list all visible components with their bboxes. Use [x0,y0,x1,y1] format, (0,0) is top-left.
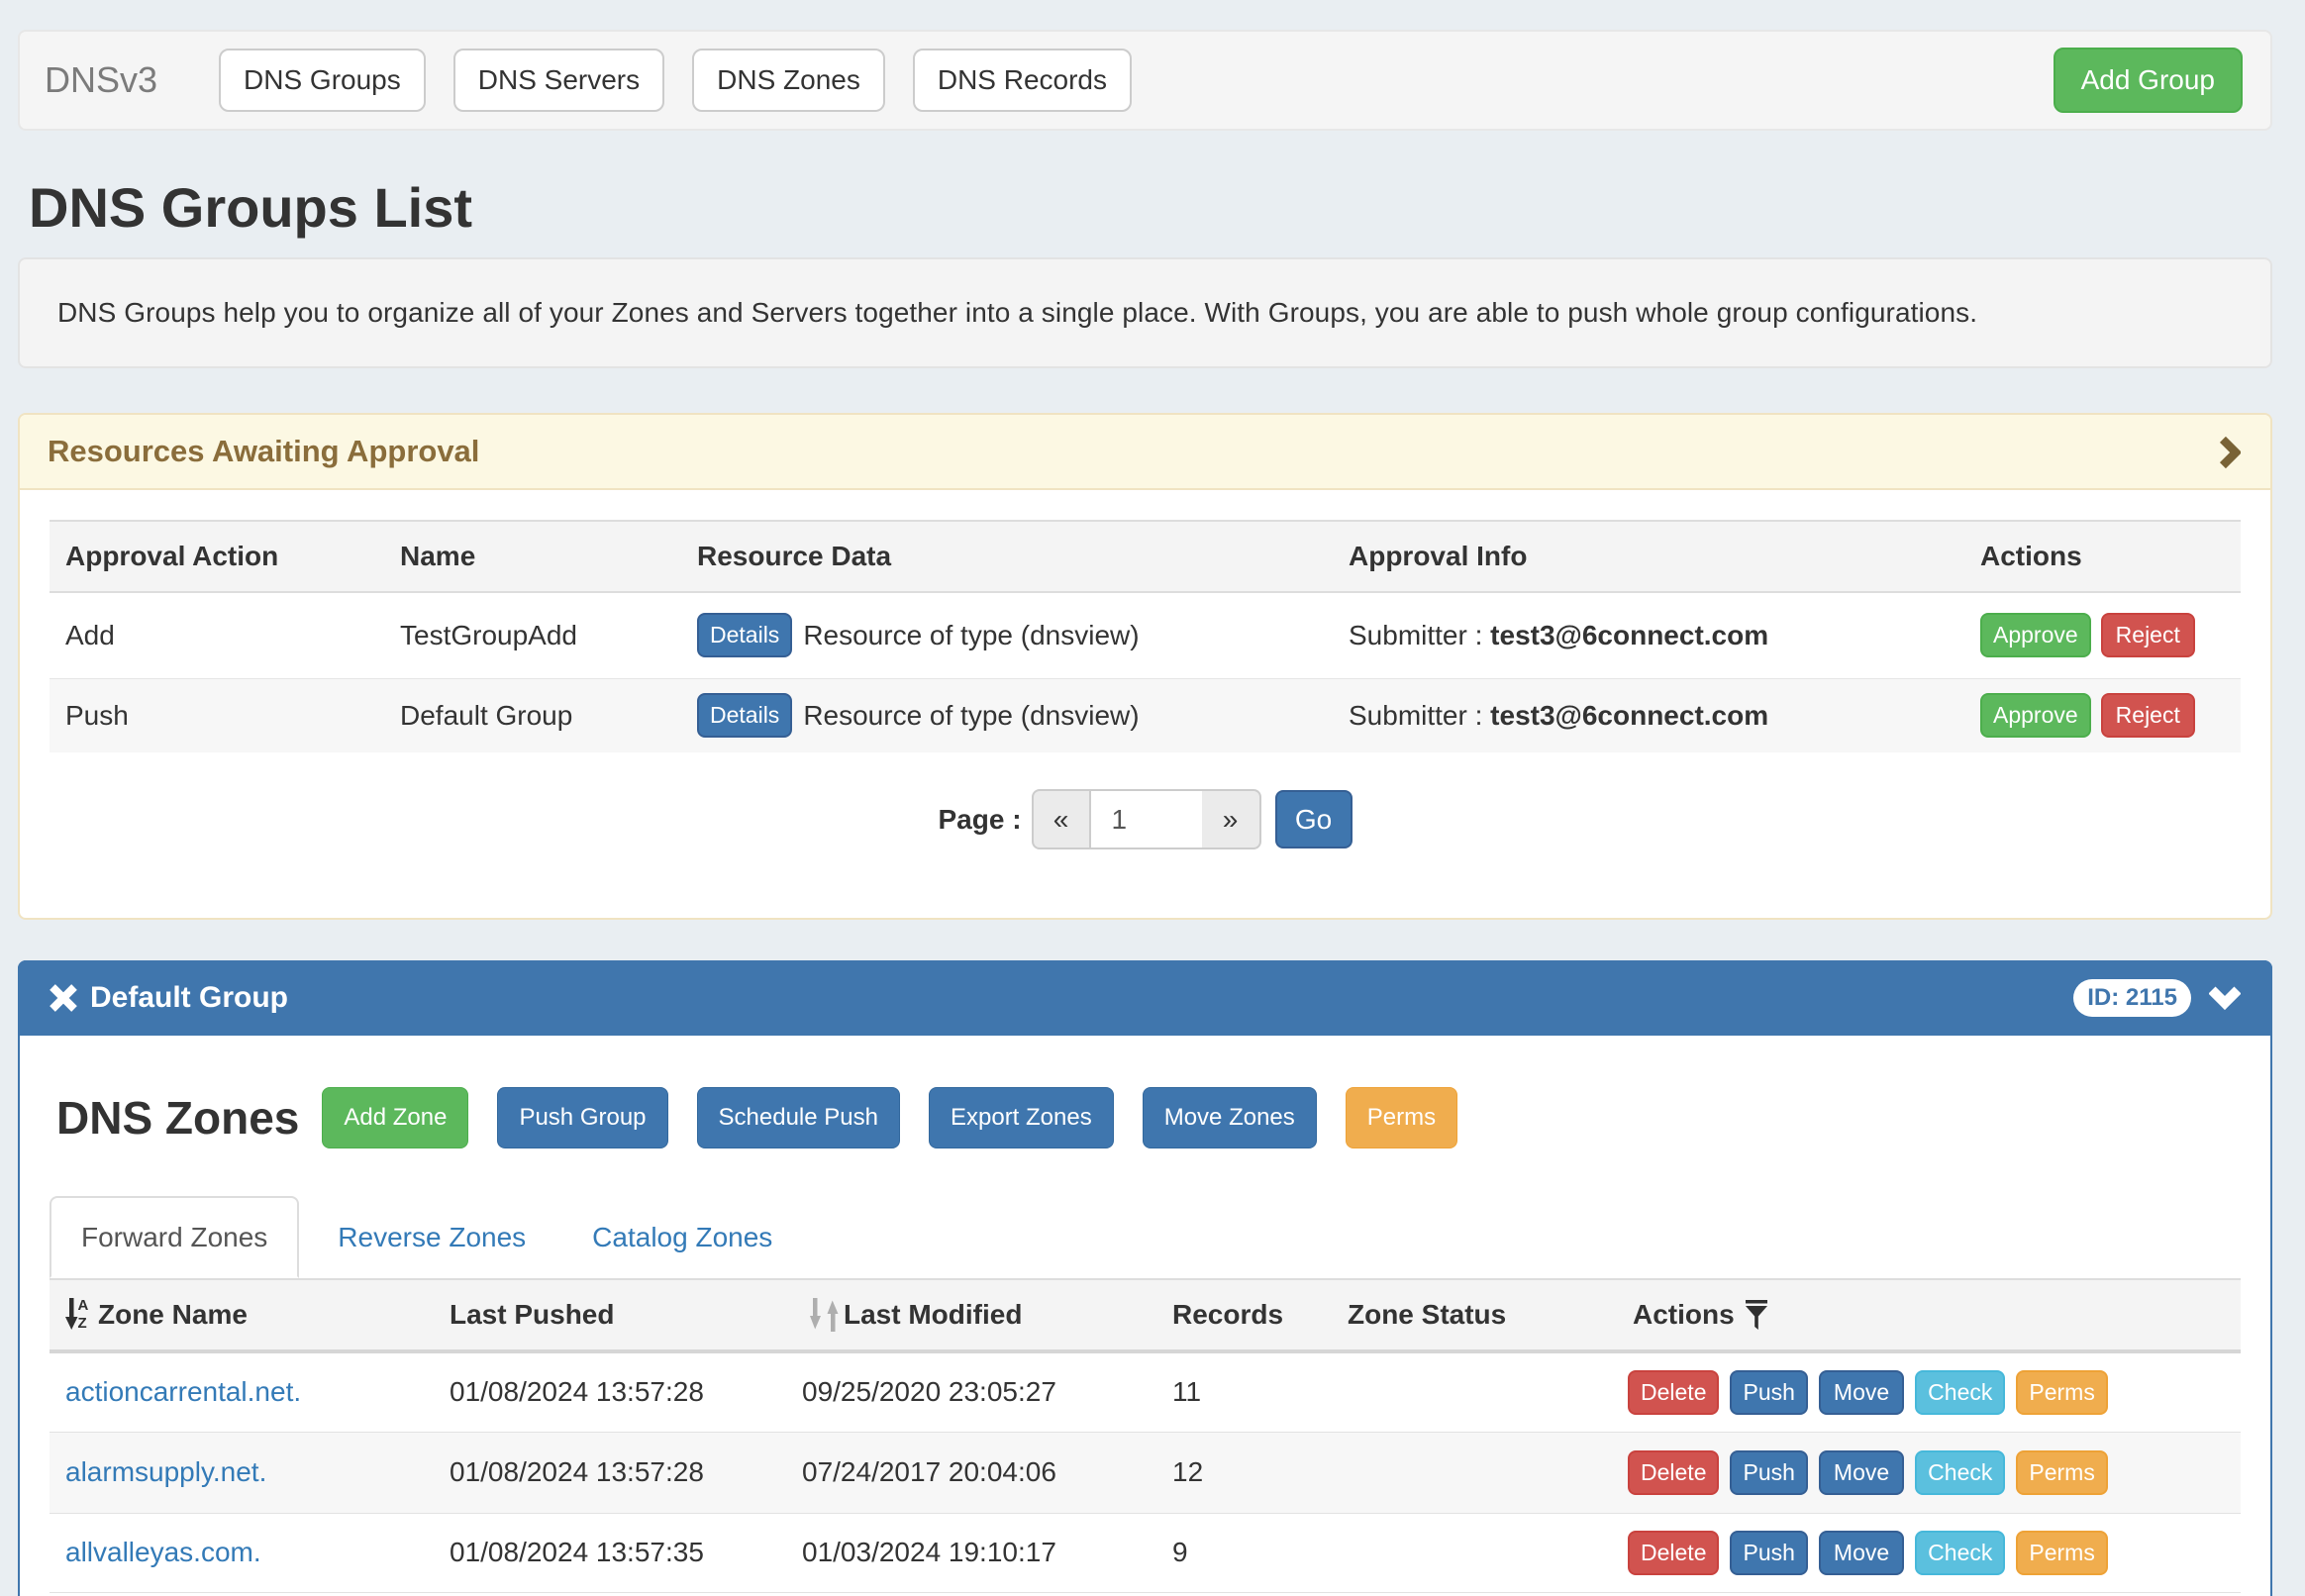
svg-text:Z: Z [78,1315,87,1332]
svg-text:A: A [78,1298,89,1314]
